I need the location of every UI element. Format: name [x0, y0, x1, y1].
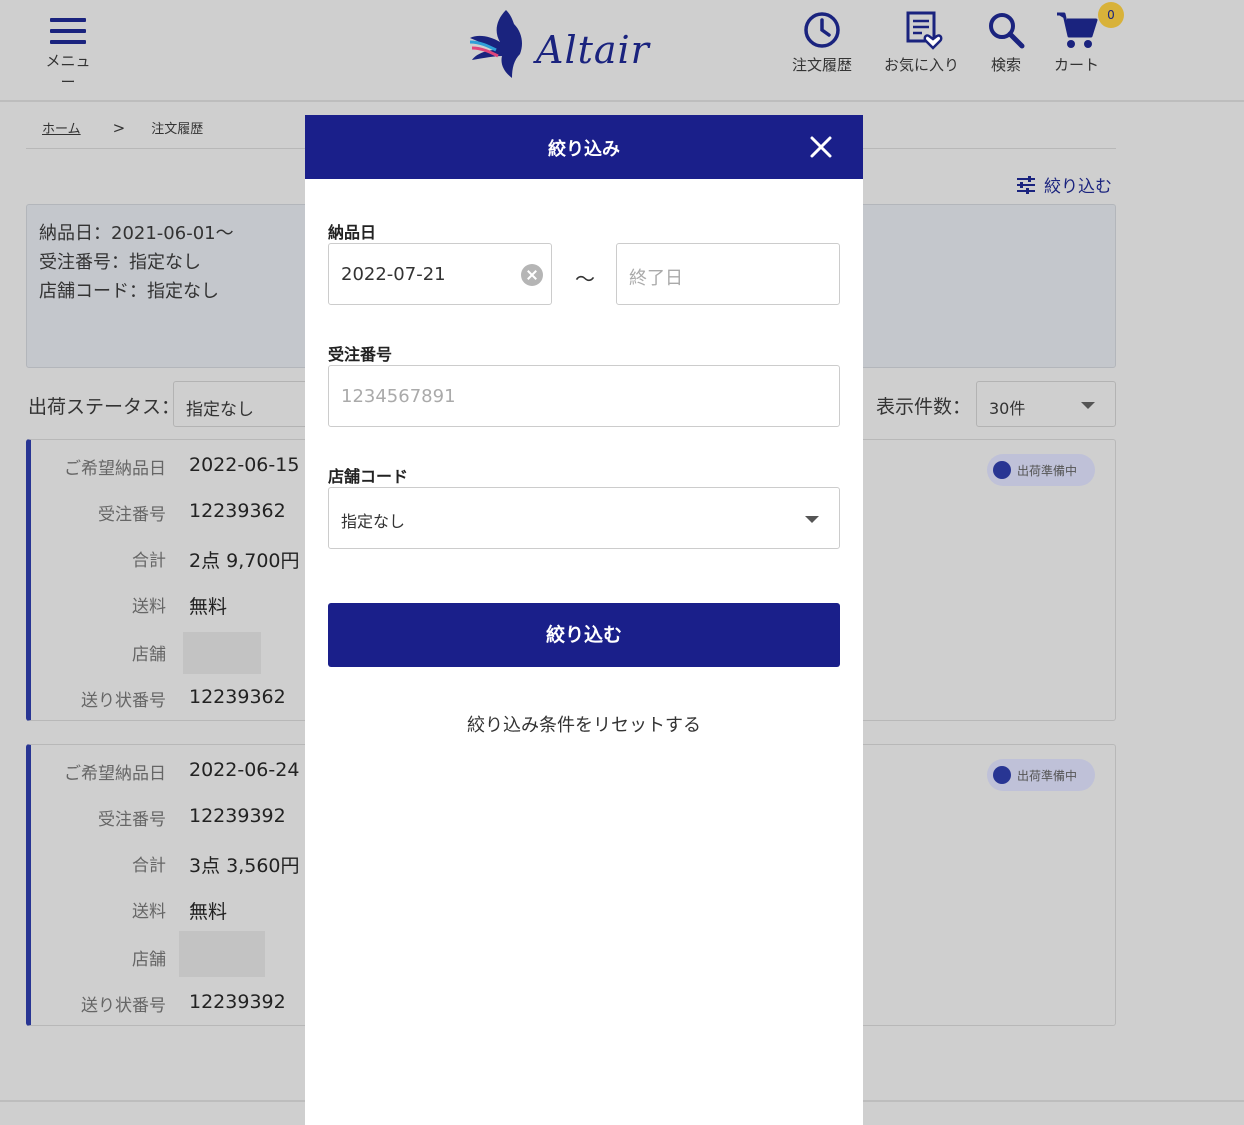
clock-icon [804, 12, 840, 48]
order-row: 合計 3点 3,560円 [31, 851, 331, 877]
breadcrumb-separator-icon: > [112, 118, 126, 137]
order-number-label: 受注番号 [328, 345, 393, 364]
status-dot-icon [993, 461, 1011, 479]
start-date-input[interactable]: 2022-07-21 [328, 243, 552, 305]
order-number-input[interactable]: 1234567891 [328, 365, 840, 427]
store-code-value: 指定なし [341, 512, 406, 531]
filter-link[interactable]: 絞り込む [1016, 172, 1112, 197]
close-icon[interactable] [809, 135, 833, 159]
count-filter-value: 30件 [989, 399, 1026, 418]
store-code-select[interactable]: 指定なし [328, 487, 840, 549]
search-icon [989, 13, 1025, 49]
order-row: ご希望納品日 2022-06-15 [31, 454, 331, 479]
date-range-separator: ～ [575, 267, 595, 291]
nav-cart[interactable]: 0 カート [1054, 2, 1124, 75]
status-badge: 出荷準備中 [987, 759, 1095, 791]
status-dot-icon [993, 766, 1011, 784]
nav-order-history[interactable]: 注文履歴 [792, 10, 852, 75]
order-key: 店舗 [132, 645, 166, 665]
order-value: 2022-06-24 [189, 759, 300, 781]
order-key: 送料 [132, 902, 166, 922]
nav-search-label: 検索 [990, 56, 1021, 74]
order-value: 12239392 [189, 805, 286, 827]
order-value: 2点 9,700円 [189, 550, 300, 572]
filter-modal: 絞り込み 納品日 2022-07-21 ～ 終了日 受注番号 123456789… [305, 115, 863, 1125]
order-value: 無料 [189, 596, 228, 618]
store-code-label: 店舗コード [328, 467, 409, 486]
order-key: 送り状番号 [81, 691, 166, 711]
status-badge-label: 出荷準備中 [1017, 463, 1078, 478]
chevron-down-icon [1081, 402, 1095, 409]
store-image-placeholder [183, 632, 261, 674]
chevron-down-icon [805, 516, 819, 523]
order-row: 合計 2点 9,700円 [31, 546, 331, 572]
order-value: 12239392 [189, 991, 286, 1013]
order-key: 送り状番号 [81, 996, 166, 1016]
cart-count-badge: 0 [1098, 2, 1124, 28]
order-row: 送り状番号 12239362 [31, 686, 331, 711]
logo[interactable]: Altair [466, 6, 678, 82]
favorite-list-icon [906, 11, 942, 50]
order-key: ご希望納品日 [64, 459, 166, 479]
order-value: 12239362 [189, 500, 286, 522]
cart-icon [1056, 12, 1097, 48]
eagle-logo-icon [469, 10, 522, 78]
order-row: ご希望納品日 2022-06-24 [31, 759, 331, 784]
modal-title: 絞り込み [548, 139, 620, 160]
status-filter-label: 出荷ステータス： [28, 396, 181, 418]
nav-cart-label: カート [1054, 56, 1100, 74]
logo-text: Altair [536, 28, 650, 72]
nav-order-history-label: 注文履歴 [792, 56, 853, 74]
clear-icon[interactable] [521, 264, 543, 286]
filter-link-label: 絞り込む [1044, 177, 1112, 197]
breadcrumb-current: 注文履歴 [151, 122, 204, 137]
order-value: 2022-06-15 [189, 454, 300, 476]
status-badge-label: 出荷準備中 [1017, 768, 1078, 783]
order-row: 店舗 [31, 640, 331, 665]
nav-search[interactable]: 検索 [986, 10, 1026, 75]
order-row: 送料 無料 [31, 897, 331, 923]
order-key: 店舗 [132, 950, 166, 970]
order-row: 受注番号 12239362 [31, 500, 331, 525]
modal-header: 絞り込み [305, 115, 863, 179]
menu-button[interactable]: メニュー [40, 14, 96, 92]
order-key: 受注番号 [98, 810, 166, 830]
store-image-placeholder [179, 931, 265, 977]
header: メニュー Altair 注文履歴 お気に入り 検索 0 カート [0, 0, 1244, 102]
apply-filter-button[interactable]: 絞り込む [328, 603, 840, 667]
order-value: 3点 3,560円 [189, 855, 300, 877]
hamburger-icon [50, 18, 86, 44]
breadcrumb-home[interactable]: ホーム [42, 118, 81, 137]
delivery-date-label: 納品日 [328, 223, 377, 242]
nav-favorites-label: お気に入り [884, 56, 960, 74]
order-row: 送料 無料 [31, 592, 331, 618]
order-row: 受注番号 12239392 [31, 805, 331, 830]
order-value: 無料 [189, 901, 228, 923]
order-key: 送料 [132, 597, 166, 617]
menu-label: メニュー [45, 52, 91, 91]
breadcrumb: ホーム > 注文履歴 [42, 118, 204, 138]
order-row: 送り状番号 12239392 [31, 991, 331, 1016]
count-filter-label: 表示件数： [876, 396, 972, 418]
order-key: 合計 [132, 551, 166, 571]
order-key: 合計 [132, 856, 166, 876]
status-badge: 出荷準備中 [987, 454, 1095, 486]
start-date-value: 2022-07-21 [341, 264, 446, 285]
order-key: ご希望納品日 [64, 764, 166, 784]
order-value: 12239362 [189, 686, 286, 708]
reset-filter-link[interactable]: 絞り込み条件をリセットする [305, 711, 863, 737]
filter-sliders-icon [1017, 175, 1035, 194]
order-key: 受注番号 [98, 505, 166, 525]
nav-favorites[interactable]: お気に入り [884, 10, 959, 75]
count-filter-select[interactable]: 30件 [976, 381, 1116, 427]
end-date-input[interactable]: 終了日 [616, 243, 840, 305]
status-filter-select[interactable]: 指定なし [173, 381, 323, 427]
